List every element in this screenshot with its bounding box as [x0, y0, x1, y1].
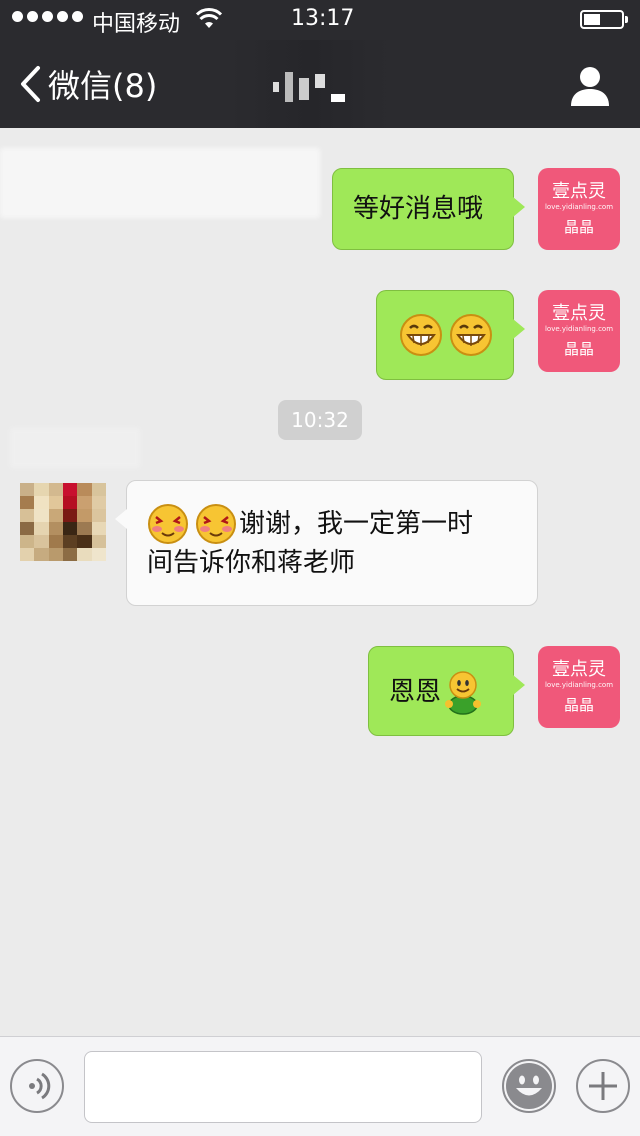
outgoing-message-bubble[interactable]: 恩恩 [368, 646, 525, 736]
grin-icon [400, 314, 442, 356]
emoji-button[interactable] [502, 1059, 556, 1113]
message-text-input[interactable] [84, 1051, 482, 1123]
incoming-message-bubble[interactable]: 谢谢，我一定第一时 间告诉你和蒋老师 [115, 480, 538, 606]
chevron-left-icon [21, 66, 40, 102]
message-text: 间告诉你和蒋老师 [147, 548, 356, 578]
grin-icon [450, 314, 492, 356]
background-artifact [10, 428, 140, 468]
avatar-url-text: love.yidianling.com [544, 203, 614, 211]
avatar-brand-text: 壹点灵 [552, 303, 606, 324]
message-text: 谢谢，我一定第一时 [239, 509, 474, 539]
outgoing-message-bubble[interactable]: 等好消息哦 [332, 168, 525, 250]
voice-input-button[interactable] [10, 1059, 64, 1113]
background-artifact [0, 148, 320, 218]
green-smiley-figure-icon [445, 671, 482, 715]
chat-area[interactable]: 等好消息哦 壹点灵 love.yidianling.com 晶晶 壹点灵 lov… [0, 128, 640, 1036]
avatar-name-text: 晶晶 [563, 218, 594, 236]
avatar-url-text: love.yidianling.com [544, 325, 614, 333]
avatar-brand-text: 壹点灵 [552, 659, 606, 680]
outgoing-message-bubble[interactable] [376, 290, 525, 380]
message-input-bar [0, 1036, 640, 1136]
avatar-url-text: love.yidianling.com [544, 681, 614, 689]
sender-avatar[interactable]: 壹点灵 love.yidianling.com 晶晶 [538, 646, 620, 728]
signal-strength-icon [12, 11, 83, 22]
status-bar: 中国移动 13:17 [0, 0, 640, 40]
contact-profile-icon[interactable] [568, 64, 612, 108]
carrier-name: 中国移动 [92, 12, 181, 37]
message-text: 等好消息哦 [353, 194, 484, 224]
avatar-name-text: 晶晶 [563, 696, 594, 714]
nav-bar: 微信(8) [0, 40, 640, 128]
redacted-title-pixels [273, 72, 345, 102]
battery-icon [580, 10, 628, 29]
avatar-name-text: 晶晶 [563, 340, 594, 358]
contact-avatar[interactable] [20, 483, 106, 561]
back-label: 微信(8) [48, 67, 158, 105]
blush-icon [196, 504, 236, 544]
message-timestamp: 10:32 [278, 400, 362, 440]
emoji-icon [506, 1063, 552, 1109]
plus-icon [589, 1072, 617, 1100]
more-options-button[interactable] [576, 1059, 630, 1113]
avatar-brand-text: 壹点灵 [552, 181, 606, 202]
voice-icon [29, 1072, 51, 1100]
blush-icon [148, 504, 188, 544]
back-button[interactable]: 微信(8) [18, 62, 157, 106]
sender-avatar[interactable]: 壹点灵 love.yidianling.com 晶晶 [538, 168, 620, 250]
message-text: 恩恩 [389, 677, 442, 707]
sender-avatar[interactable]: 壹点灵 love.yidianling.com 晶晶 [538, 290, 620, 372]
clock: 13:17 [291, 6, 355, 31]
wifi-icon [196, 8, 222, 28]
